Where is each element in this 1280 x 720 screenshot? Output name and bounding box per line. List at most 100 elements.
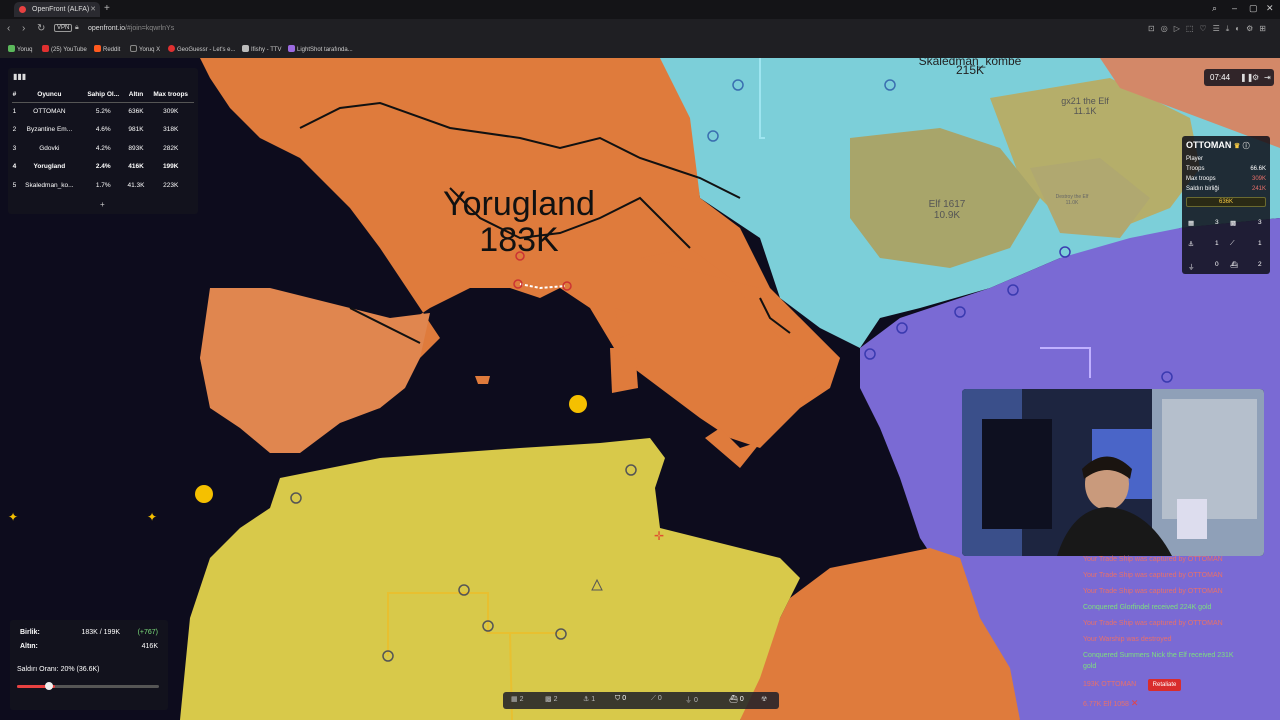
city-stat-icon: ▦ bbox=[1188, 220, 1195, 227]
attack-ratio-slider[interactable] bbox=[17, 685, 159, 688]
toolbar-icons[interactable]: ⊡◎▷⬚♡☰⤓◐⚙⊞ bbox=[1148, 24, 1272, 34]
event-message: Your Trade Ship was captured by OTTOMAN bbox=[1083, 620, 1223, 627]
max-troops-cell: 282K bbox=[163, 144, 179, 152]
owned-cell: 2.4% bbox=[95, 163, 111, 171]
gold-cell: 416K bbox=[128, 163, 144, 171]
game-timer: 07:44 bbox=[1210, 73, 1231, 82]
tab-close-icon[interactable]: ✕ bbox=[90, 2, 96, 17]
reload-icon[interactable]: ↻ bbox=[37, 23, 45, 34]
address-bar: ‹ › ↻ VPN 🔒︎ openfront.io/#join=kqwrlnYs… bbox=[0, 19, 1280, 41]
attack-cross-icon: ✛ bbox=[654, 529, 664, 543]
owned-cell: 1.7% bbox=[95, 181, 111, 189]
build-factory-button[interactable]: ▩ 2 bbox=[545, 695, 557, 703]
max-troops-cell: 223K bbox=[163, 181, 179, 189]
gold-cell: 893K bbox=[128, 144, 144, 152]
gold-label: Altın: bbox=[20, 643, 38, 650]
incoming-attack-message: 6.77K Elf 1058 ✕ bbox=[1083, 698, 1139, 708]
silo-stat-icon: ⏚ bbox=[1188, 264, 1195, 271]
build-port-button[interactable]: ⚓︎ 1 bbox=[583, 695, 595, 703]
missile-stat-icon: ⟋ bbox=[1230, 240, 1235, 247]
troops-label: Birlik: bbox=[20, 629, 40, 636]
event-message: Your Warship was destroyed bbox=[1083, 636, 1172, 643]
exit-icon[interactable]: ⇥ bbox=[1264, 69, 1271, 86]
forward-icon[interactable]: › bbox=[22, 23, 25, 34]
maximize-icon[interactable]: ▢ bbox=[1249, 3, 1258, 14]
gold-cell: 41.3K bbox=[127, 181, 145, 189]
player-alliance-row: Saldırı birliği 241K bbox=[1186, 186, 1266, 192]
player-gold: 636K bbox=[1186, 197, 1266, 207]
player-troops-row: Troops 66.6K bbox=[1186, 166, 1266, 172]
close-window-icon[interactable]: ✕ bbox=[1266, 3, 1274, 14]
player-cell: Gdovki bbox=[39, 144, 60, 152]
leaderboard-row[interactable]: 2 Byzantine Em... 4.6% 981K 318K bbox=[12, 121, 194, 140]
back-icon[interactable]: ‹ bbox=[7, 23, 10, 34]
browser-chrome: OpenFront (ALFA) ✕ + ⌕ – ▢ ✕ ‹ › ↻ VPN 🔒… bbox=[0, 0, 1280, 58]
territory-troops-gx21: 11.1K bbox=[1074, 106, 1097, 116]
game-timer-panel: 07:44 ❚❚ ⚙ ⇥ bbox=[1204, 69, 1274, 86]
bookmark-item[interactable]: Reddit bbox=[94, 45, 120, 53]
leaderboard-table: # Oyuncu Sahip Ol... Altın Max troops 1 … bbox=[12, 88, 194, 195]
player-cell: Yorugland bbox=[33, 163, 66, 171]
leaderboard-header-owned[interactable]: Sahip Ol... bbox=[81, 88, 125, 103]
bookmarks-bar: Yoruq (25) YouTube Reddit Yoruq X GeoGue… bbox=[0, 41, 1280, 58]
troops-delta: (+767) bbox=[137, 629, 158, 636]
info-icon[interactable]: ⓘ bbox=[1243, 143, 1250, 150]
lock-icon[interactable]: 🔒︎ bbox=[75, 24, 79, 32]
player-stats-panel: Birlik: 183K / 199K (+767) Altın: 416K S… bbox=[10, 620, 168, 710]
leaderboard-header-max-troops[interactable]: Max troops bbox=[147, 88, 194, 103]
vpn-badge[interactable]: VPN bbox=[54, 24, 73, 32]
nuke-button[interactable]: ☢ bbox=[761, 695, 767, 703]
search-tabs-icon[interactable]: ⌕ bbox=[1212, 3, 1217, 14]
gold-coin-icon bbox=[569, 395, 587, 413]
territory-name-elf: Elf 1617 bbox=[929, 199, 966, 210]
bookmark-item[interactable]: Ifishy - TTV bbox=[242, 45, 282, 53]
max-troops-cell: 199K bbox=[162, 163, 179, 171]
build-bar: ▦ 2 ▩ 2 ⚓︎ 1 ⛉ 0 ⟋ 0 ⏚ 0 ⛴︎ 0 ☢ bbox=[503, 692, 779, 709]
bookmark-item[interactable]: GeoGuessr - Let's e... bbox=[168, 45, 236, 53]
event-message: Conquered Summers Nick the Elf received … bbox=[1083, 652, 1234, 659]
troops-value: 183K / 199K bbox=[81, 629, 120, 636]
minimize-icon[interactable]: – bbox=[1232, 3, 1237, 13]
build-missile-button[interactable]: ⟋ 0 bbox=[651, 695, 662, 703]
owned-cell: 5.2% bbox=[95, 108, 111, 115]
leaderboard-header-player[interactable]: Oyuncu bbox=[16, 88, 82, 103]
territory-troops-yorugland: 183K bbox=[479, 221, 559, 259]
owned-cell: 4.2% bbox=[95, 144, 111, 152]
territory-name-gx21: gx21 the Elf bbox=[1061, 96, 1109, 106]
bookmark-item[interactable]: LightShot tarafında... bbox=[288, 45, 353, 53]
max-troops-cell: 318K bbox=[163, 126, 179, 134]
settings-gear-icon[interactable]: ⚙ bbox=[1252, 69, 1259, 86]
leaderboard-panel: ▮▮▮ # Oyuncu Sahip Ol... Altın Max troop… bbox=[8, 68, 198, 214]
leaderboard-toggle-icon[interactable]: ▮▮▮ bbox=[13, 72, 26, 81]
attack-ratio-knob[interactable] bbox=[45, 682, 53, 690]
leaderboard-row[interactable]: 3 Gdovki 4.2% 893K 282K bbox=[12, 139, 194, 158]
leaderboard-header-gold[interactable]: Altın bbox=[124, 88, 148, 103]
build-warship-button[interactable]: ⛴︎ 0 bbox=[729, 695, 744, 703]
ship-stat-value: 2 bbox=[1258, 261, 1262, 268]
webcam-overlay bbox=[962, 389, 1264, 556]
new-tab-icon[interactable]: + bbox=[104, 3, 110, 14]
port-stat-icon: ⚓︎ bbox=[1188, 241, 1194, 248]
leaderboard-row[interactable]: 1 OTTOMAN 5.2% 636K 309K bbox=[12, 102, 194, 121]
player-name: OTTOMAN ♛ ⓘ bbox=[1186, 140, 1250, 150]
build-defense-button[interactable]: ⛉ 0 bbox=[615, 695, 626, 703]
leaderboard-expand-button[interactable]: + bbox=[100, 200, 105, 209]
gold-value: 416K bbox=[141, 643, 158, 650]
attack-ratio-label: Saldırı Oranı: 20% (36.6K) bbox=[17, 666, 100, 673]
bookmark-item[interactable]: (25) YouTube bbox=[42, 45, 87, 53]
tab-openfront[interactable]: OpenFront (ALFA) ✕ bbox=[14, 2, 100, 17]
url-field[interactable]: openfront.io/#join=kqwrlnYs bbox=[88, 25, 174, 32]
cancel-attack-icon[interactable]: ✕ bbox=[1131, 698, 1139, 708]
bookmark-item[interactable]: Yoruq X bbox=[130, 45, 160, 53]
player-type: Player bbox=[1186, 156, 1204, 162]
build-city-button[interactable]: ▦ 2 bbox=[511, 695, 523, 703]
build-silo-button[interactable]: ⏚ 0 bbox=[685, 695, 698, 705]
tab-bar: OpenFront (ALFA) ✕ + ⌕ – ▢ ✕ bbox=[0, 0, 1280, 19]
retaliate-button[interactable]: Retaliate bbox=[1148, 679, 1181, 691]
leaderboard-row-self[interactable]: 4 Yorugland 2.4% 416K 199K bbox=[12, 158, 194, 177]
url-path: /#join=kqwrlnYs bbox=[124, 25, 175, 32]
leaderboard-row[interactable]: 5 Skaledman_ko... 1.7% 41.3K 223K bbox=[12, 176, 194, 195]
bookmark-item[interactable]: Yoruq bbox=[8, 45, 32, 53]
event-message: Your Trade Ship was captured by OTTOMAN bbox=[1083, 556, 1223, 563]
player-max-troops-row: Max troops 309K bbox=[1186, 176, 1266, 182]
